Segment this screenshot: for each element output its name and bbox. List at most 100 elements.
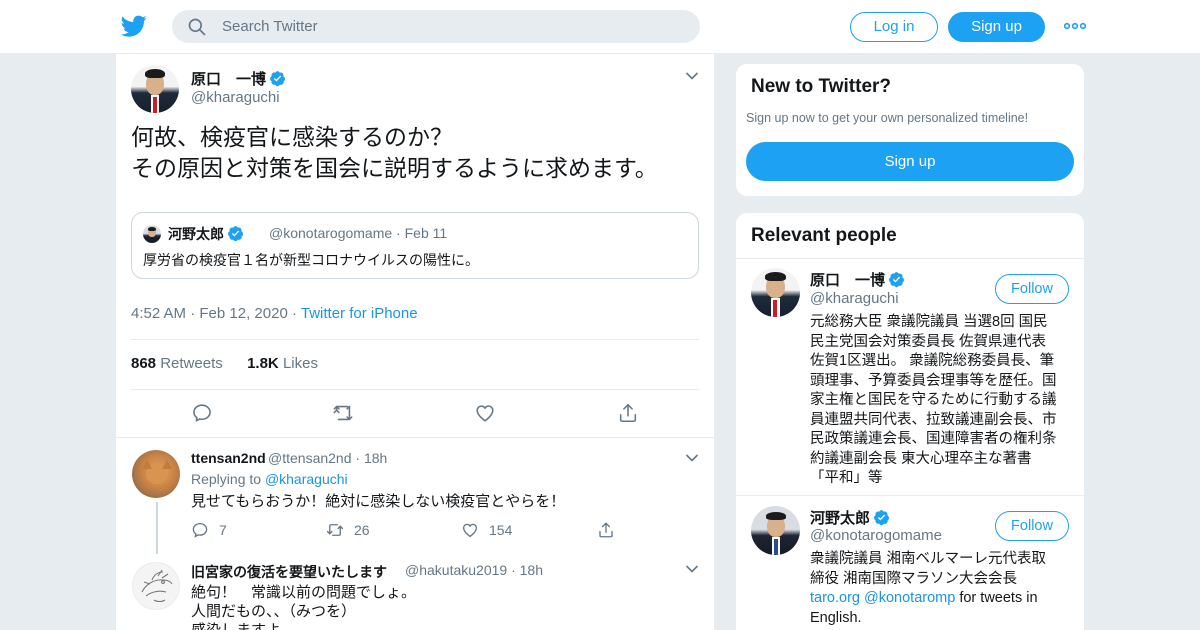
bio-line: 約議連副会長 東大心理卒主な著書: [810, 450, 1032, 467]
person-bio: 元総務大臣 衆議院議員 当選8回 国民 民主党国会対策委員長 佐賀県連代表 佐賀…: [810, 313, 1072, 489]
bio-line: 民政策議連会長、国連障害者の権利条: [810, 431, 1057, 447]
replying-to-handle[interactable]: @kharaguchi: [265, 471, 348, 487]
more-options-icon[interactable]: [1064, 18, 1086, 34]
replying-to: Replying to @kharaguchi: [191, 471, 348, 487]
divider: [131, 339, 699, 340]
search-input[interactable]: [222, 10, 682, 43]
tweet-time: 4:52 AM: [131, 305, 187, 322]
top-bar: Log in Sign up: [0, 0, 1200, 54]
card-title: Relevant people: [751, 225, 897, 246]
signup-button[interactable]: Sign up: [948, 12, 1045, 42]
bio-text: for tweets in: [959, 590, 1038, 606]
search-icon: [188, 18, 206, 36]
reply-time[interactable]: 18h: [364, 450, 387, 466]
reply-author-handle[interactable]: @ttensan2nd: [268, 450, 352, 466]
login-button[interactable]: Log in: [850, 12, 938, 42]
person-name[interactable]: 原口 一博: [810, 269, 905, 290]
tweet-author-handle[interactable]: @kharaguchi: [191, 89, 280, 106]
avatar[interactable]: [132, 450, 180, 498]
tweet-author-name[interactable]: 原口 一博: [191, 68, 286, 89]
retweet-icon[interactable]: [332, 402, 354, 424]
quoted-author-name[interactable]: 河野太郎: [168, 224, 244, 244]
bio-website-link[interactable]: taro.org: [810, 590, 860, 606]
reply-author-meta: @hakutaku2019 · 18h: [405, 562, 543, 578]
reply-author-name[interactable]: 旧宮家の復活を要望いたします: [191, 562, 387, 582]
verified-badge-icon: [874, 510, 890, 526]
quoted-tweet[interactable]: 河野太郎 @konotarogomame · Feb 11 厚労省の検疫官１名が…: [131, 212, 699, 279]
tweet-date: Feb 12, 2020: [199, 305, 288, 322]
bio-line: 頭理事、予算委員会理事等を歴任。国: [810, 372, 1057, 389]
divider: [131, 389, 699, 390]
reply-text: 見せてもらおうか！絶対に感染しない検疫官とやらを！: [191, 493, 566, 510]
person-bio: 衆議院議員 湘南ベルマーレ元代表取 締役 湘南国際マラソン大会会長 taro.o…: [810, 550, 1072, 628]
person-name-text: 河野太郎: [810, 510, 871, 527]
bio-line: taro.org @konotaromp for tweets in: [810, 589, 1072, 609]
quoted-author-handle[interactable]: @konotarogomame: [269, 225, 392, 241]
like-count: 154: [489, 522, 513, 538]
reply-count: 7: [219, 522, 227, 538]
quoted-date[interactable]: Feb 11: [405, 225, 448, 241]
reply-text-line: 絶句！ 常識以前の問題でしょ。: [191, 584, 417, 601]
retweet-action[interactable]: 26: [326, 521, 370, 539]
bio-line: 民主党国会対策委員長 佐賀県連代表: [810, 333, 1047, 350]
twitter-bird-icon[interactable]: [120, 13, 148, 39]
bio-line: 締役 湘南国際マラソン大会会長: [810, 570, 1018, 587]
person-name-text: 原口 一博: [810, 272, 886, 289]
tweet-text-line: 何故、検疫官に感染するのか？: [131, 124, 453, 150]
person-handle[interactable]: @kharaguchi: [810, 290, 899, 307]
replying-to-label: Replying to: [191, 471, 262, 487]
share-icon[interactable]: [617, 402, 639, 424]
avatar[interactable]: [751, 506, 800, 555]
reply-author-name[interactable]: ttensan2nd: [191, 450, 266, 466]
likes-stat[interactable]: 1.8K Likes: [247, 355, 318, 372]
avatar[interactable]: [131, 65, 179, 113]
reply-author-handle[interactable]: @hakutaku2019: [405, 562, 507, 578]
card-subtitle: Sign up now to get your own personalized…: [746, 111, 1029, 125]
relevant-people-card: Relevant people 原口 一博 @kharaguchi Follow…: [735, 212, 1085, 630]
avatar[interactable]: [132, 562, 180, 610]
reply-author-meta: @ttensan2nd · 18h: [268, 450, 388, 466]
reply-icon[interactable]: [191, 402, 213, 424]
person-handle[interactable]: @konotarogomame: [810, 527, 942, 544]
bio-line: 佐賀1区選出。 衆議院総務委員長、筆: [810, 353, 1055, 369]
follow-button[interactable]: Follow: [995, 274, 1069, 304]
avatar[interactable]: [751, 268, 800, 317]
search-bar[interactable]: [172, 10, 700, 43]
verified-badge-icon: [270, 71, 286, 87]
bio-mention-link[interactable]: @konotaromp: [864, 590, 955, 606]
bio-line: English.: [810, 609, 862, 626]
chevron-down-icon[interactable]: [685, 564, 699, 574]
retweets-count: 868: [131, 355, 157, 372]
retweets-stat[interactable]: 868 Retweets: [131, 355, 223, 372]
card-title: New to Twitter?: [751, 76, 892, 97]
chevron-down-icon[interactable]: [685, 71, 699, 81]
chevron-down-icon[interactable]: [685, 453, 699, 463]
bio-line: 衆議院議員 湘南ベルマーレ元代表取: [810, 551, 1047, 567]
bio-line: 「平和」等: [810, 470, 883, 486]
like-heart-icon[interactable]: [474, 402, 496, 424]
tweet-source-link[interactable]: Twitter for iPhone: [301, 305, 418, 322]
tweet-text-line: その原因と対策を国会に説明するように求めます。: [131, 155, 658, 181]
bio-line: 員連盟共同代表、拉致議連副会長、市: [810, 411, 1057, 428]
author-name-text: 原口 一博: [191, 71, 267, 88]
divider: [736, 495, 1084, 496]
divider: [736, 258, 1084, 259]
tweet-text: 何故、検疫官に感染するのか？ その原因と対策を国会に説明するように求めます。: [131, 122, 658, 184]
person-name[interactable]: 河野太郎: [810, 507, 890, 528]
follow-button[interactable]: Follow: [995, 511, 1069, 541]
retweet-count: 26: [354, 522, 370, 538]
reply-action[interactable]: 7: [191, 521, 227, 539]
signup-button[interactable]: Sign up: [746, 142, 1074, 181]
bio-line: 元総務大臣 衆議院議員 当選8回 国民: [810, 314, 1048, 330]
reply-text-line: 人間だもの、、（みつを）: [191, 603, 357, 620]
verified-badge-icon: [228, 226, 244, 242]
like-heart-icon: [462, 523, 478, 538]
reply-time[interactable]: 18h: [520, 562, 543, 578]
like-action[interactable]: 154: [461, 521, 512, 539]
verified-badge-icon: [889, 272, 905, 288]
new-to-twitter-card: New to Twitter? Sign up now to get your …: [735, 63, 1085, 197]
reply-text-line: 感染しますよ。: [191, 621, 416, 630]
quoted-author-name-text: 河野太郎: [168, 226, 224, 242]
reply-text: 絶句！ 常識以前の問題でしょ。 人間だもの、、（みつを） 感染しますよ。: [191, 583, 416, 630]
share-icon[interactable]: [597, 521, 615, 539]
